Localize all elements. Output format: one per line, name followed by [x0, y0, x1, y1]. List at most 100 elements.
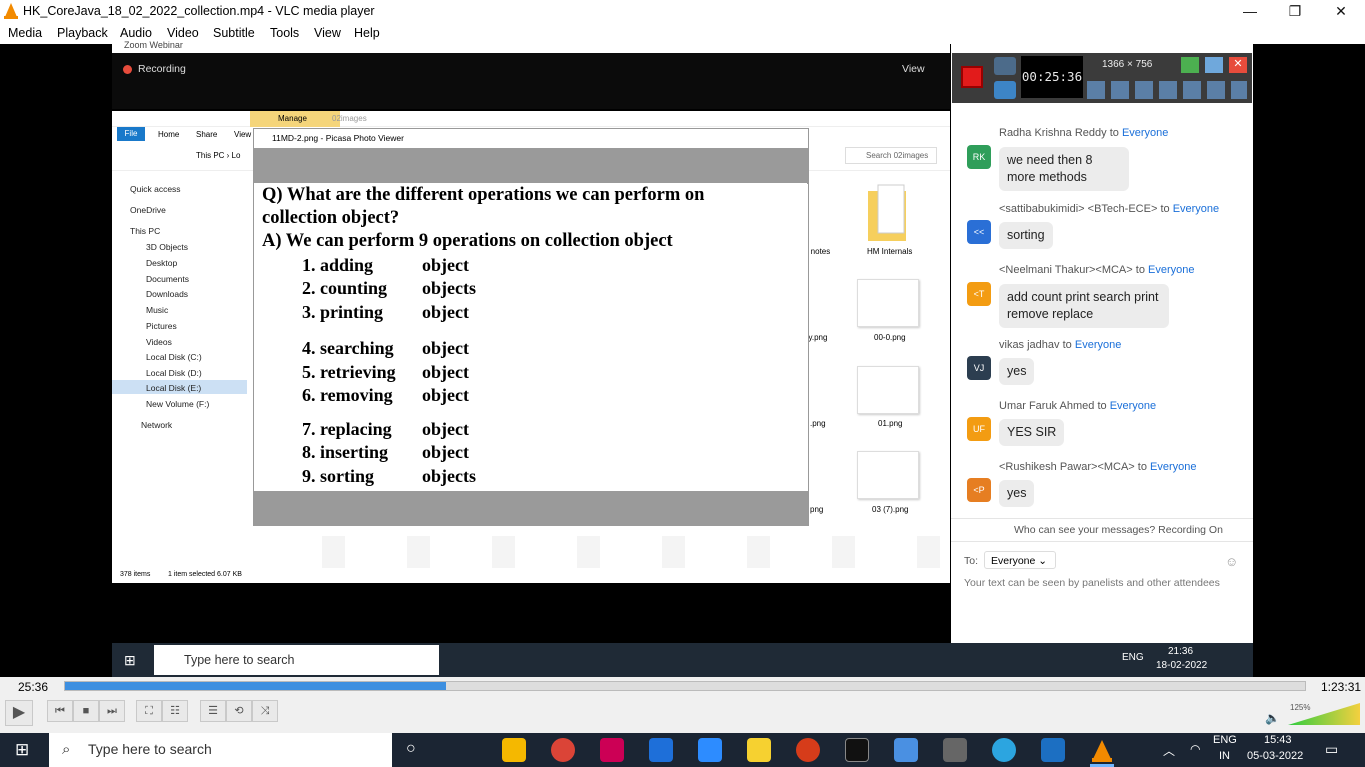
loop-button[interactable]: ⟲	[226, 700, 252, 722]
fullscreen-button[interactable]: ⛶	[136, 700, 162, 722]
sidebar-disk-e[interactable]: Local Disk (E:)	[146, 383, 201, 393]
ribbon-view-tab[interactable]: View	[234, 130, 251, 139]
zoom-view-button[interactable]: View	[902, 63, 925, 75]
minimize-button[interactable]: —	[1227, 0, 1273, 22]
file-label[interactable]: HM Internals	[867, 247, 912, 256]
close-button[interactable]: ✕	[1318, 0, 1364, 22]
sidebar-network[interactable]: Network	[141, 420, 172, 430]
sidebar-quick-access[interactable]: Quick access	[130, 184, 181, 194]
clock-time[interactable]: 15:43	[1264, 734, 1292, 746]
recorder-app-icon[interactable]	[796, 738, 820, 762]
camera-icon[interactable]	[994, 57, 1016, 75]
seek-bar[interactable]	[64, 681, 1306, 691]
file-label[interactable]: 03 (7).png	[872, 505, 908, 514]
menu-bar: Media Playback Audio Video Subtitle Tool…	[0, 22, 1365, 44]
wifi-icon[interactable]: ◠	[1190, 742, 1200, 756]
ribbon-home-tab[interactable]: Home	[158, 130, 179, 139]
menu-audio[interactable]: Audio	[120, 26, 152, 40]
show-hidden-icons[interactable]: ︿	[1163, 742, 1175, 759]
sidebar-onedrive[interactable]: OneDrive	[130, 205, 166, 215]
volume-slider[interactable]	[1288, 703, 1360, 725]
menu-tools[interactable]: Tools	[270, 26, 299, 40]
sidebar-documents[interactable]: Documents	[146, 274, 189, 284]
notification-icon[interactable]: ▭	[1325, 741, 1338, 758]
menu-view[interactable]: View	[314, 26, 341, 40]
sidebar-3d-objects[interactable]: 3D Objects	[146, 242, 188, 252]
menu-subtitle[interactable]: Subtitle	[213, 26, 255, 40]
sidebar-this-pc[interactable]: This PC	[130, 226, 160, 236]
terminal-icon[interactable]	[845, 738, 869, 762]
ribbon-share-tab[interactable]: Share	[196, 130, 217, 139]
photos-icon[interactable]	[1041, 738, 1065, 762]
sidebar-volume-f[interactable]: New Volume (F:)	[146, 399, 209, 409]
chrome-icon[interactable]	[551, 738, 575, 762]
sidebar-desktop[interactable]: Desktop	[146, 258, 177, 268]
sidebar-videos[interactable]: Videos	[146, 337, 172, 347]
next-button[interactable]: ⏭	[99, 700, 125, 722]
inner-time: 21:36	[1168, 646, 1194, 657]
file-label[interactable]: png	[810, 505, 823, 514]
menu-help[interactable]: Help	[354, 26, 380, 40]
recorder-tools-row[interactable]	[1087, 81, 1247, 99]
explorer-search-input[interactable]: Search 02images	[845, 147, 937, 164]
play-button[interactable]: ▶	[5, 700, 33, 726]
lang-primary[interactable]: ENG	[1213, 734, 1237, 746]
sidebar-pictures[interactable]: Pictures	[146, 321, 177, 331]
app-icon[interactable]	[894, 738, 918, 762]
chat-sender: Radha Krishna Reddy to Everyone	[999, 127, 1169, 139]
stop-record-button[interactable]	[961, 66, 983, 88]
manage-tab[interactable]: Manage	[250, 111, 340, 127]
menu-playback[interactable]: Playback	[57, 26, 108, 40]
chat-sender: <sattibabukimidi> <BTech-ECE> to Everyon…	[999, 203, 1220, 215]
operation-object: object	[422, 442, 469, 462]
store-icon[interactable]	[649, 738, 673, 762]
menu-media[interactable]: Media	[8, 26, 42, 40]
telegram-icon[interactable]	[992, 738, 1016, 762]
previous-button[interactable]: ⏮	[47, 700, 73, 722]
screen-recorder-toolbar: 00:25:36 1366 × 756 ✕	[952, 53, 1252, 103]
sidebar-downloads[interactable]: Downloads	[146, 289, 188, 299]
playlist-button[interactable]: ☰	[200, 700, 226, 722]
stop-button[interactable]: ■	[73, 700, 99, 722]
chat-recipient-select[interactable]: Everyone ⌄	[984, 551, 1056, 569]
sidebar-disk-c[interactable]: Local Disk (C:)	[146, 352, 202, 362]
clock-date[interactable]: 05-03-2022	[1247, 750, 1303, 762]
file-thumbnail[interactable]	[857, 279, 919, 327]
maximize-button[interactable]: ❐	[1272, 0, 1318, 22]
vlc-cone-icon	[4, 3, 18, 19]
file-label[interactable]: .png	[810, 419, 826, 428]
app-icon[interactable]	[943, 738, 967, 762]
chat-input[interactable]: Your text can be seen by panelists and o…	[964, 577, 1246, 589]
zoom-icon[interactable]	[698, 738, 722, 762]
address-bar[interactable]: This PC › Lo	[196, 151, 240, 160]
status-selection: 1 item selected 6.07 KB	[168, 571, 242, 578]
emoji-icon[interactable]: ☺	[1225, 554, 1238, 569]
pause-button[interactable]	[994, 81, 1016, 99]
who-can-see-notice[interactable]: Who can see your messages? Recording On	[1014, 524, 1223, 536]
file-thumbnail[interactable]	[857, 451, 919, 499]
taskbar-search-box[interactable]: Type here to search	[49, 733, 392, 767]
menu-video[interactable]: Video	[167, 26, 199, 40]
operation-object: object	[422, 255, 469, 275]
snipping-tool-icon[interactable]	[600, 738, 624, 762]
extended-settings-button[interactable]: ☷	[162, 700, 188, 722]
shuffle-button[interactable]: ⤨	[252, 700, 278, 722]
sticky-notes-icon[interactable]	[747, 738, 771, 762]
volume-icon[interactable]: 🔈	[1265, 711, 1280, 725]
cortana-icon[interactable]: ○	[406, 740, 416, 758]
close-recorder-icon[interactable]: ✕	[1229, 57, 1247, 73]
avatar: <T	[967, 282, 991, 306]
region-icon[interactable]	[1181, 57, 1199, 73]
ribbon-file-tab[interactable]: File	[117, 127, 145, 141]
file-explorer-icon[interactable]	[502, 738, 526, 762]
lang-secondary[interactable]: IN	[1219, 750, 1230, 762]
file-thumbnail[interactable]	[857, 366, 919, 414]
file-label[interactable]: 00-0.png	[874, 333, 906, 342]
windows-start-button[interactable]: ⊞	[15, 740, 29, 760]
minimize-recorder-icon[interactable]	[1205, 57, 1223, 73]
sidebar-music[interactable]: Music	[146, 305, 168, 315]
picasa-title: 11MD-2.png - Picasa Photo Viewer	[272, 133, 404, 143]
file-label[interactable]: 01.png	[878, 419, 902, 428]
vlc-taskbar-icon[interactable]	[1090, 739, 1114, 763]
sidebar-disk-d[interactable]: Local Disk (D:)	[146, 368, 202, 378]
